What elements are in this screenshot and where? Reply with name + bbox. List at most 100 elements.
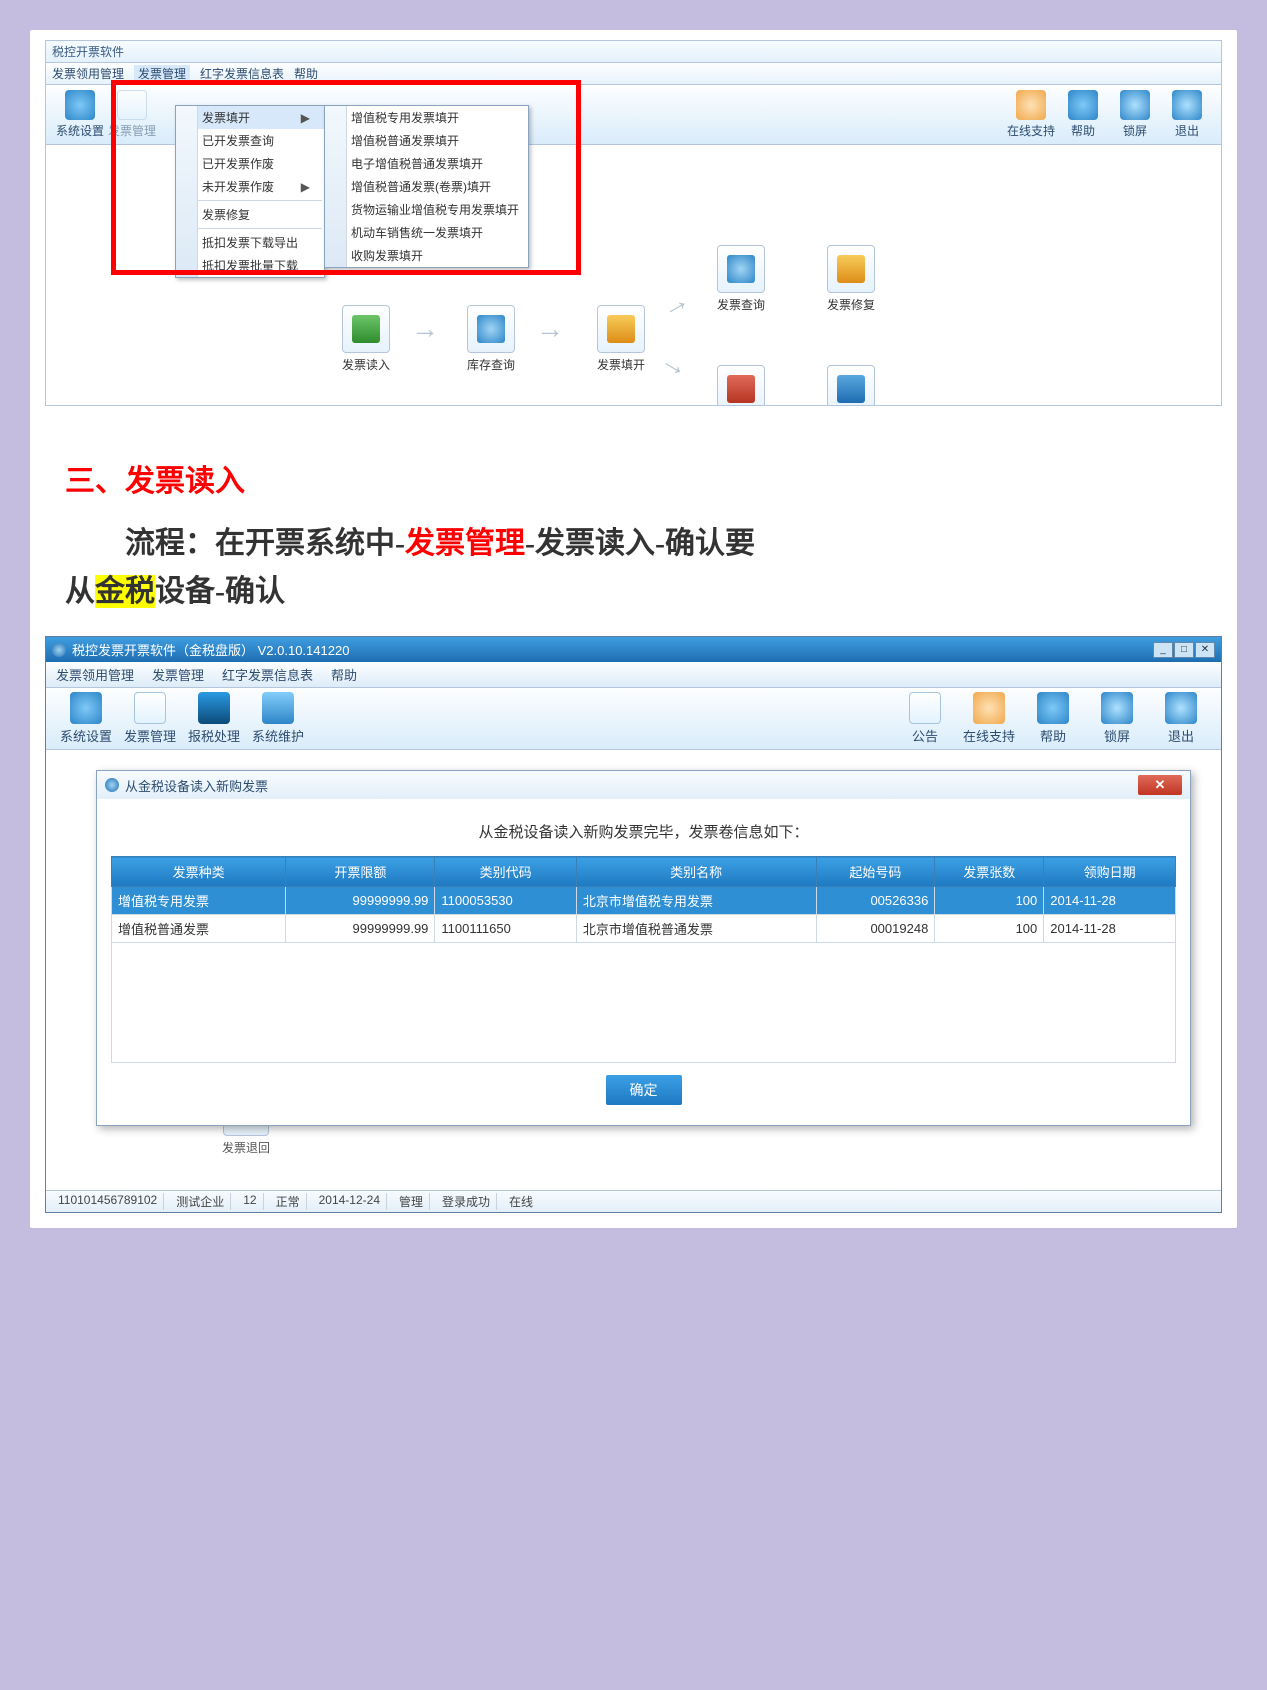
- magnifier-icon: [477, 315, 505, 343]
- menu-item[interactable]: 未开发票作废▶: [176, 175, 324, 198]
- dialog-titlebar: 从金税设备读入新购发票 ✕: [97, 771, 1190, 799]
- lock-button[interactable]: 锁屏: [1109, 90, 1161, 139]
- dialog-caption: 从金税设备读入新购发票完毕，发票卷信息如下：: [111, 821, 1176, 842]
- ok-button[interactable]: 确定: [606, 1075, 682, 1105]
- status-login: 登录成功: [436, 1193, 497, 1210]
- lock-button[interactable]: 锁屏: [1087, 692, 1147, 745]
- th[interactable]: 发票张数: [935, 857, 1044, 887]
- status-state: 正常: [270, 1193, 307, 1210]
- app2-menubar: 发票领用管理 发票管理 红字发票信息表 帮助: [46, 662, 1221, 688]
- close-button[interactable]: ✕: [1195, 642, 1215, 658]
- maximize-button[interactable]: □: [1174, 642, 1194, 658]
- menu-item[interactable]: 收购发票填开: [325, 244, 528, 267]
- gear-icon: [65, 90, 95, 120]
- menu-item[interactable]: 抵扣发票批量下载: [176, 254, 324, 277]
- app-icon: [52, 643, 66, 657]
- arrow-icon: →: [411, 315, 439, 343]
- menu-item[interactable]: 增值税专用发票填开: [325, 106, 528, 129]
- online-support-button[interactable]: 在线支持: [1005, 90, 1057, 139]
- void-icon: [727, 375, 755, 403]
- app2-title: 税控发票开票软件（金税盘版） V2.0.10.141220: [72, 640, 349, 659]
- section-heading: 三、发票读入: [65, 456, 1202, 500]
- chevron-right-icon: ▶: [301, 111, 310, 125]
- invoice-table: 发票种类 开票限额 类别代码 类别名称 起始号码 发票张数 领购日期: [111, 856, 1176, 943]
- status-online: 在线: [503, 1193, 539, 1210]
- menu-item[interactable]: 发票领用管理: [56, 665, 134, 684]
- exit-icon: [1172, 90, 1202, 120]
- menu-item[interactable]: 帮助: [294, 65, 318, 82]
- table-icon: [837, 375, 865, 403]
- wf-stock-query[interactable]: 库存查询: [461, 305, 521, 373]
- dialog-icon: [105, 778, 119, 792]
- repair-icon: [837, 255, 865, 283]
- status-date: 2014-12-24: [313, 1193, 387, 1210]
- th[interactable]: 类别名称: [576, 857, 816, 887]
- wf-invoice-query[interactable]: 发票查询: [711, 245, 771, 313]
- menu-item[interactable]: 已开发票查询: [176, 129, 324, 152]
- read-invoice-dialog: 从金税设备读入新购发票 ✕ 从金税设备读入新购发票完毕，发票卷信息如下： 发票种…: [96, 770, 1191, 1126]
- table-row[interactable]: 增值税普通发票 99999999.99 1100111650 北京市增值税普通发…: [112, 915, 1176, 943]
- th[interactable]: 发票种类: [112, 857, 286, 887]
- menu-item[interactable]: 机动车销售统一发票填开: [325, 221, 528, 244]
- menu-item[interactable]: 抵扣发票下载导出: [176, 231, 324, 254]
- document-icon: [134, 692, 166, 724]
- wf-invoice-read[interactable]: 发票读入: [336, 305, 396, 373]
- table-row[interactable]: 增值税专用发票 99999999.99 1100053530 北京市增值税专用发…: [112, 887, 1176, 915]
- menu-item[interactable]: 发票领用管理: [52, 65, 124, 82]
- system-maint-button[interactable]: 系统维护: [248, 692, 308, 745]
- chevron-right-icon: ▶: [301, 180, 310, 194]
- menu-item-fill[interactable]: 发票填开▶: [176, 106, 324, 129]
- th[interactable]: 起始号码: [816, 857, 935, 887]
- table-blank-area: [111, 943, 1176, 1063]
- wf-invoice-fill[interactable]: 发票填开: [591, 305, 651, 373]
- announce-icon: [909, 692, 941, 724]
- th[interactable]: 开票限额: [286, 857, 435, 887]
- exit-button[interactable]: 退出: [1161, 90, 1213, 139]
- system-setup-button[interactable]: 系统设置: [56, 692, 116, 745]
- invoice-manage-menu: 发票填开▶ 已开发票查询 已开发票作废 未开发票作废▶ 发票修复 抵扣发票下载导…: [175, 105, 325, 278]
- menu-item[interactable]: 电子增值税普通发票填开: [325, 152, 528, 175]
- flow-line-2: 从金税设备-确认: [65, 568, 1202, 616]
- dialog-close-button[interactable]: ✕: [1138, 775, 1182, 795]
- status-num: 12: [237, 1193, 263, 1210]
- status-role: 管理: [393, 1193, 430, 1210]
- wf-info-table[interactable]: 信息表: [821, 365, 881, 405]
- menu-item[interactable]: 货物运输业增值税专用发票填开: [325, 198, 528, 221]
- status-bar: 110101456789102 测试企业 12 正常 2014-12-24 管理…: [46, 1190, 1221, 1212]
- invoice-manage-button[interactable]: 发票管理: [120, 692, 180, 745]
- menu-item[interactable]: 红字发票信息表: [200, 65, 284, 82]
- menu-item[interactable]: 红字发票信息表: [222, 665, 313, 684]
- invoice-manage-button[interactable]: 发票管理: [106, 90, 158, 139]
- app1-menubar: 发票领用管理 发票管理 红字发票信息表 帮助: [46, 63, 1221, 85]
- menu-item[interactable]: 增值税普通发票填开: [325, 129, 528, 152]
- th[interactable]: 领购日期: [1044, 857, 1176, 887]
- document-icon: [117, 90, 147, 120]
- menu-item[interactable]: 发票管理: [152, 665, 204, 684]
- lock-icon: [1101, 692, 1133, 724]
- help-button[interactable]: 帮助: [1057, 90, 1109, 139]
- menu-item[interactable]: 发票管理: [134, 65, 190, 82]
- wf-invoice-void[interactable]: 发票作废: [711, 365, 771, 405]
- menu-item[interactable]: 增值税普通发票(卷票)填开: [325, 175, 528, 198]
- minimize-button[interactable]: _: [1153, 642, 1173, 658]
- th[interactable]: 类别代码: [435, 857, 576, 887]
- help-icon: [1068, 90, 1098, 120]
- article-text: 三、发票读入 流程：在开票系统中-发票管理-发票读入-确认要 从金税设备-确认: [45, 431, 1222, 636]
- online-support-button[interactable]: 在线支持: [959, 692, 1019, 745]
- usb-icon: [352, 315, 380, 343]
- gear-icon: [70, 692, 102, 724]
- tax-report-button[interactable]: 报税处理: [184, 692, 244, 745]
- lock-icon: [1120, 90, 1150, 120]
- arrow-icon: →: [656, 285, 694, 323]
- help-button[interactable]: 帮助: [1023, 692, 1083, 745]
- exit-button[interactable]: 退出: [1151, 692, 1211, 745]
- menu-item[interactable]: 发票修复: [176, 203, 324, 226]
- menu-item[interactable]: 帮助: [331, 665, 357, 684]
- menu-item[interactable]: 已开发票作废: [176, 152, 324, 175]
- wf-invoice-repair[interactable]: 发票修复: [821, 245, 881, 313]
- exit-icon: [1165, 692, 1197, 724]
- system-setup-button[interactable]: 系统设置: [54, 90, 106, 139]
- flow-line-1: 流程：在开票系统中-发票管理-发票读入-确认要: [65, 520, 1202, 568]
- app2-canvas: 发票作废 信息表 发票退回 从金税设备读入新购发票 ✕: [46, 750, 1221, 1190]
- announce-button[interactable]: 公告: [895, 692, 955, 745]
